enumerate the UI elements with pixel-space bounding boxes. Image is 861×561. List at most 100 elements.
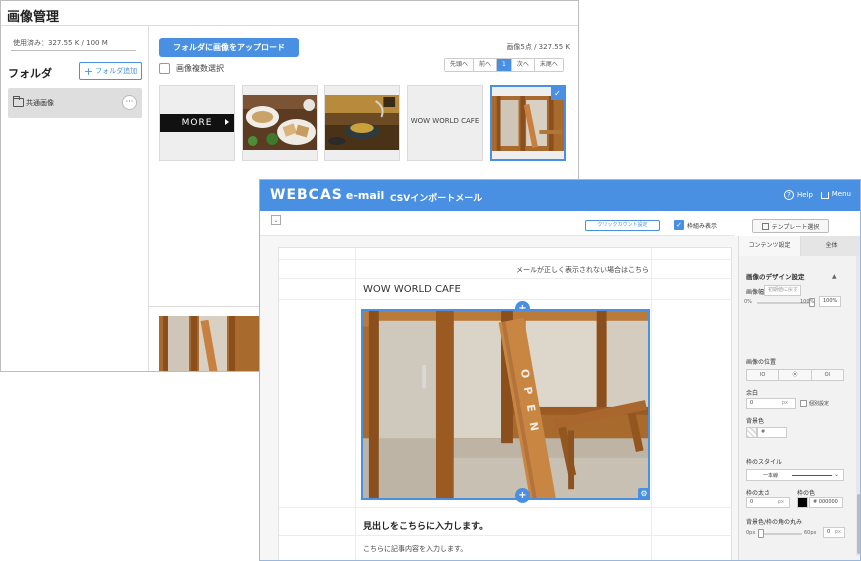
editor-header: WEBCAS e-mail CSVインポートメール ? Help Menu [260, 180, 860, 211]
frame-checkbox[interactable]: ✓ [674, 220, 684, 230]
column-guide-right [651, 248, 652, 560]
width-reset-button[interactable]: 初期値に戻す [764, 285, 801, 296]
image-count: 画像5点 / 327.55 K [506, 43, 570, 51]
bg-color-swatch[interactable] [746, 427, 757, 438]
help-icon: ? [784, 190, 795, 200]
food-photo [243, 95, 317, 150]
usage-divider [11, 50, 136, 51]
row-guide [279, 299, 731, 300]
tab-content-settings[interactable]: コンテンツ設定 [739, 236, 801, 256]
template-button-label: テンプレート選択 [771, 223, 820, 231]
logo-text: WEBCAS [270, 187, 343, 203]
image-design-heading: 画像のデザイン設定 [746, 273, 805, 281]
more-banner-text: MORE [181, 118, 213, 128]
individual-label: 個別設定 [809, 401, 830, 407]
click-count-button[interactable]: クリックカウント設定 [585, 220, 660, 231]
upload-button[interactable]: フォルダに画像をアップロード [159, 38, 299, 57]
view-online-notice[interactable]: メールが正しく表示されない場合はこちら [363, 265, 649, 275]
plus-icon: + [83, 64, 94, 78]
radius-field[interactable]: 0 px [823, 527, 845, 538]
margin-value: 0 [750, 400, 754, 406]
pager-last[interactable]: 末尾へ [534, 59, 563, 71]
margin-unit: px [781, 400, 788, 406]
image-width-label: 画像幅 [746, 289, 765, 296]
align-center-option[interactable]: ⦿ [779, 370, 812, 380]
tab-global[interactable]: 全体 [801, 236, 860, 256]
width-value-field[interactable]: 100% [819, 296, 841, 307]
border-width-field[interactable]: 0 px [746, 497, 790, 508]
wow-logo-text: WOW WORLD CAFE [410, 117, 480, 125]
chevron-up-icon[interactable]: ▲ [832, 273, 837, 280]
menu-link[interactable]: Menu [820, 190, 851, 199]
folder-icon [13, 96, 24, 107]
thumb-door-photo-selected[interactable]: ✓ [490, 85, 566, 161]
webcas-logo: WEBCAS e-mail [270, 187, 384, 203]
margin-field[interactable]: 0 px [746, 398, 796, 409]
align-right-option[interactable]: OI [811, 370, 843, 380]
help-label: Help [797, 191, 813, 199]
headline-text[interactable]: 見出しをこちらに入力します。 [363, 519, 488, 532]
help-link[interactable]: ? Help [784, 190, 813, 200]
border-style-select[interactable]: 一本線 ⌄ [746, 469, 844, 481]
multi-select-checkbox[interactable] [159, 63, 170, 74]
scrollbar-thumb[interactable] [857, 494, 860, 554]
folder-item-label: 共通画像 [26, 99, 54, 107]
folder-item-common[interactable]: 共通画像 ··· [8, 88, 142, 118]
thumb-more-banner[interactable]: MORE [159, 85, 235, 161]
pagination: 先頭へ 前へ 1 次へ 末尾へ [444, 58, 564, 72]
settings-panel: コンテンツ設定 全体 画像のデザイン設定 ▲ 画像幅 初期値に戻す 0% 100… [738, 236, 860, 560]
mail-editor-window: WEBCAS e-mail CSVインポートメール ? Help Menu ⌄ ク… [259, 179, 861, 561]
radius-slider-handle[interactable] [758, 529, 764, 538]
add-folder-label: フォルダ追加 [95, 67, 138, 75]
thumb-wow-logo[interactable]: WOW WORLD CAFE [407, 85, 483, 161]
frame-toggle-label: 枠組み表示 [687, 222, 718, 230]
individual-setting-toggle[interactable]: 個別設定 [800, 400, 829, 407]
home-icon [820, 191, 829, 199]
image-position-selector: IO ⦿ OI [746, 369, 844, 381]
pager-page-1[interactable]: 1 [497, 59, 512, 71]
image-manager-title: 画像管理 [7, 10, 60, 25]
selected-check-icon: ✓ [551, 87, 564, 100]
brand-text[interactable]: WOW WORLD CAFE [363, 284, 461, 295]
border-color-label: 枠の色 [797, 490, 816, 497]
row-guide [279, 507, 731, 508]
panel-scrollbar[interactable] [856, 256, 860, 556]
chevron-down-icon[interactable]: ⌄ [271, 215, 281, 225]
column-guide-left [355, 248, 356, 560]
frame-toggle[interactable]: ✓ 枠組み表示 [674, 220, 717, 230]
folder-heading: フォルダ [8, 67, 52, 80]
row-guide [279, 259, 731, 260]
pager-next[interactable]: 次へ [511, 59, 535, 71]
individual-checkbox[interactable] [800, 400, 807, 407]
template-icon [761, 222, 769, 230]
template-select-button[interactable]: テンプレート選択 [752, 219, 829, 233]
gear-icon[interactable]: ⚙ [638, 488, 650, 500]
border-width-value: 0 [750, 499, 754, 505]
border-color-swatch[interactable] [797, 497, 808, 508]
align-left-option[interactable]: IO [747, 370, 780, 380]
radius-slider[interactable] [758, 533, 802, 535]
add-folder-button[interactable]: + フォルダ追加 [79, 62, 142, 80]
radius-min-label: 0px [746, 530, 756, 536]
page-title: CSVインポートメール [390, 194, 483, 204]
pager-first[interactable]: 先頭へ [445, 59, 475, 71]
logo-subtext: e-mail [345, 189, 385, 202]
chevron-down-icon: ⌄ [833, 471, 839, 478]
play-icon [225, 119, 229, 125]
bg-color-field[interactable]: # [757, 427, 787, 438]
border-color-field[interactable]: # 000000 [809, 497, 843, 508]
multi-select-toggle[interactable]: 画像複数選択 [159, 63, 224, 74]
thumb-tea-photo[interactable] [324, 85, 400, 161]
menu-label: Menu [831, 190, 851, 198]
row-guide [279, 535, 731, 536]
body-text[interactable]: こちらに記事内容を入力します。 [363, 544, 467, 554]
background-color-label: 背景色 [746, 418, 765, 425]
border-line-preview [792, 475, 832, 476]
add-block-below-icon[interactable]: + [515, 488, 530, 503]
more-options-icon[interactable]: ··· [122, 95, 137, 110]
selected-image-block[interactable]: O P E N [361, 309, 650, 500]
pager-prev[interactable]: 前へ [474, 59, 498, 71]
settings-tabs: コンテンツ設定 全体 [739, 236, 860, 256]
thumb-food-photo[interactable] [242, 85, 318, 161]
width-max-label: 100% [800, 299, 815, 305]
